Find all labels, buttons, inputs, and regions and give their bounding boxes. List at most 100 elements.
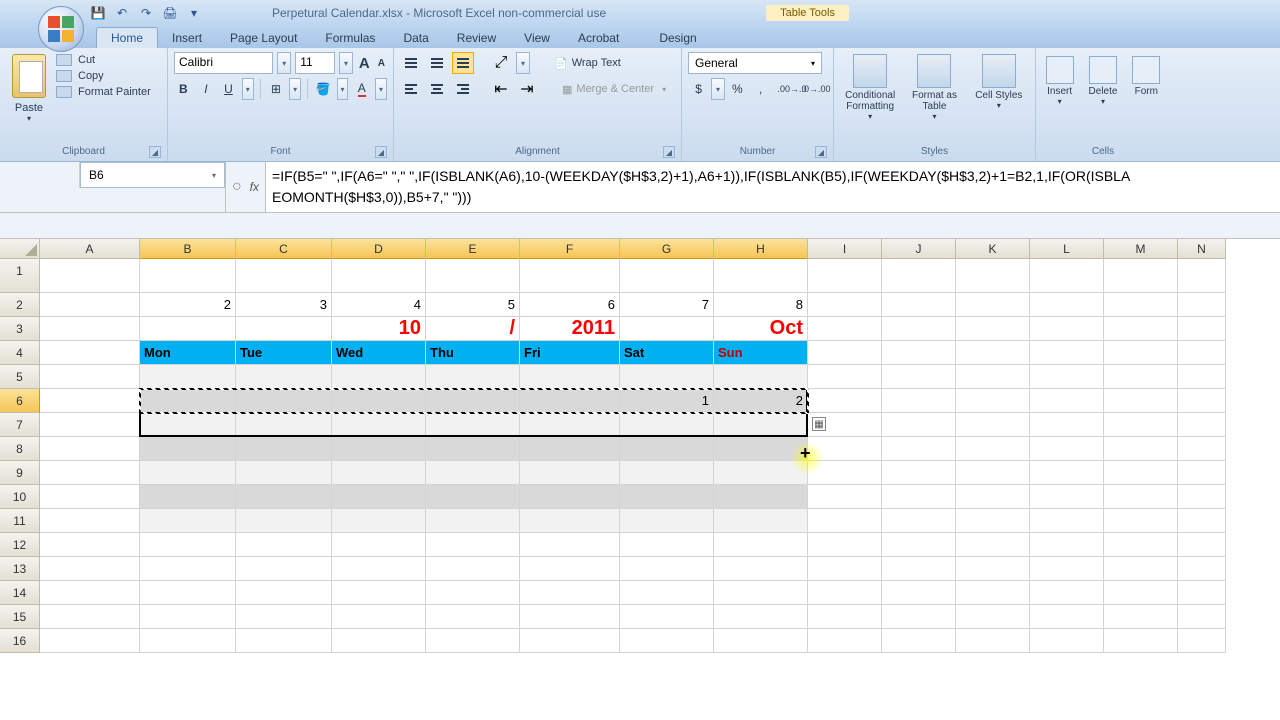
- cell[interactable]: [332, 581, 426, 605]
- cell[interactable]: 3: [236, 293, 332, 317]
- cell[interactable]: [40, 629, 140, 653]
- column-header[interactable]: K: [956, 239, 1030, 259]
- save-icon[interactable]: 💾: [90, 5, 106, 21]
- cell[interactable]: [956, 605, 1030, 629]
- cell[interactable]: [236, 557, 332, 581]
- percent-button[interactable]: %: [727, 78, 748, 100]
- cell[interactable]: [426, 533, 520, 557]
- select-all-button[interactable]: [0, 239, 40, 259]
- cell[interactable]: [426, 485, 520, 509]
- increase-indent-button[interactable]: ⇥: [516, 78, 538, 100]
- cell[interactable]: Thu: [426, 341, 520, 365]
- cell[interactable]: [40, 413, 140, 437]
- column-header[interactable]: C: [236, 239, 332, 259]
- row-header[interactable]: 3: [0, 317, 40, 341]
- cell[interactable]: [236, 485, 332, 509]
- cell[interactable]: [520, 485, 620, 509]
- cell[interactable]: [332, 437, 426, 461]
- cell[interactable]: 2011: [520, 317, 620, 341]
- cell[interactable]: 2: [714, 389, 808, 413]
- cell[interactable]: [1178, 293, 1226, 317]
- cell[interactable]: [332, 605, 426, 629]
- tab-acrobat[interactable]: Acrobat: [564, 28, 633, 48]
- number-launcher[interactable]: ◢: [815, 146, 827, 158]
- align-center-button[interactable]: [426, 78, 448, 100]
- cell[interactable]: [620, 461, 714, 485]
- cell[interactable]: [808, 461, 882, 485]
- font-name-select[interactable]: Calibri: [174, 52, 273, 74]
- spreadsheet-grid[interactable]: ABCDEFGHIJKLMN 122345678310/2011Oct4MonT…: [0, 239, 1280, 653]
- underline-button[interactable]: U: [219, 78, 238, 100]
- cell[interactable]: [140, 509, 236, 533]
- row-header[interactable]: 10: [0, 485, 40, 509]
- cell[interactable]: [520, 461, 620, 485]
- conditional-formatting-button[interactable]: Conditional Formatting▾: [840, 52, 900, 134]
- font-name-dropdown[interactable]: ▾: [277, 52, 291, 74]
- cell[interactable]: [1030, 461, 1104, 485]
- cell[interactable]: [332, 485, 426, 509]
- cell[interactable]: [236, 259, 332, 293]
- cell[interactable]: [882, 317, 956, 341]
- orientation-dropdown[interactable]: ▾: [516, 52, 530, 74]
- cell[interactable]: [40, 259, 140, 293]
- cell[interactable]: [808, 259, 882, 293]
- cell[interactable]: [520, 437, 620, 461]
- cell[interactable]: [1178, 259, 1226, 293]
- cell[interactable]: [620, 413, 714, 437]
- row-header[interactable]: 6: [0, 389, 40, 413]
- row-header[interactable]: 9: [0, 461, 40, 485]
- cell[interactable]: [236, 605, 332, 629]
- cell[interactable]: [1104, 259, 1178, 293]
- cell[interactable]: [956, 317, 1030, 341]
- font-size-dropdown[interactable]: ▾: [339, 52, 353, 74]
- name-box[interactable]: B6▾: [80, 162, 225, 188]
- cell[interactable]: [1178, 557, 1226, 581]
- cell[interactable]: [1030, 317, 1104, 341]
- row-header[interactable]: 2: [0, 293, 40, 317]
- qat-more-icon[interactable]: ▾: [186, 5, 202, 21]
- cell[interactable]: [882, 605, 956, 629]
- cell[interactable]: [140, 317, 236, 341]
- cell[interactable]: [140, 629, 236, 653]
- cell[interactable]: [714, 461, 808, 485]
- cell[interactable]: /: [426, 317, 520, 341]
- cell[interactable]: [1104, 533, 1178, 557]
- cell[interactable]: [882, 413, 956, 437]
- column-header[interactable]: N: [1178, 239, 1226, 259]
- format-cells-button[interactable]: Form: [1129, 52, 1164, 134]
- cell[interactable]: [882, 557, 956, 581]
- cell[interactable]: [620, 581, 714, 605]
- cell[interactable]: [620, 365, 714, 389]
- cell[interactable]: [1104, 437, 1178, 461]
- cell[interactable]: [808, 557, 882, 581]
- tab-page-layout[interactable]: Page Layout: [216, 28, 311, 48]
- cell[interactable]: [882, 341, 956, 365]
- row-header[interactable]: 11: [0, 509, 40, 533]
- align-top-button[interactable]: [400, 52, 422, 74]
- cell[interactable]: [882, 365, 956, 389]
- cell[interactable]: [1030, 581, 1104, 605]
- cell[interactable]: [714, 557, 808, 581]
- delete-cells-button[interactable]: Delete▾: [1085, 52, 1120, 134]
- grow-font-icon[interactable]: A: [357, 55, 372, 72]
- cell[interactable]: [520, 605, 620, 629]
- cell[interactable]: [1030, 557, 1104, 581]
- cell[interactable]: [808, 437, 882, 461]
- cell[interactable]: [956, 365, 1030, 389]
- align-left-button[interactable]: [400, 78, 422, 100]
- cell[interactable]: [140, 605, 236, 629]
- cell[interactable]: [882, 581, 956, 605]
- decrease-decimal-button[interactable]: .0→.00: [805, 78, 827, 100]
- cell[interactable]: [426, 413, 520, 437]
- cell[interactable]: [140, 437, 236, 461]
- cell[interactable]: [40, 389, 140, 413]
- cell[interactable]: [236, 509, 332, 533]
- cell[interactable]: [956, 581, 1030, 605]
- cell[interactable]: [426, 259, 520, 293]
- cell[interactable]: [1104, 413, 1178, 437]
- cell[interactable]: [520, 581, 620, 605]
- cell[interactable]: [426, 461, 520, 485]
- cell[interactable]: [882, 259, 956, 293]
- cell[interactable]: [236, 389, 332, 413]
- cell[interactable]: [956, 437, 1030, 461]
